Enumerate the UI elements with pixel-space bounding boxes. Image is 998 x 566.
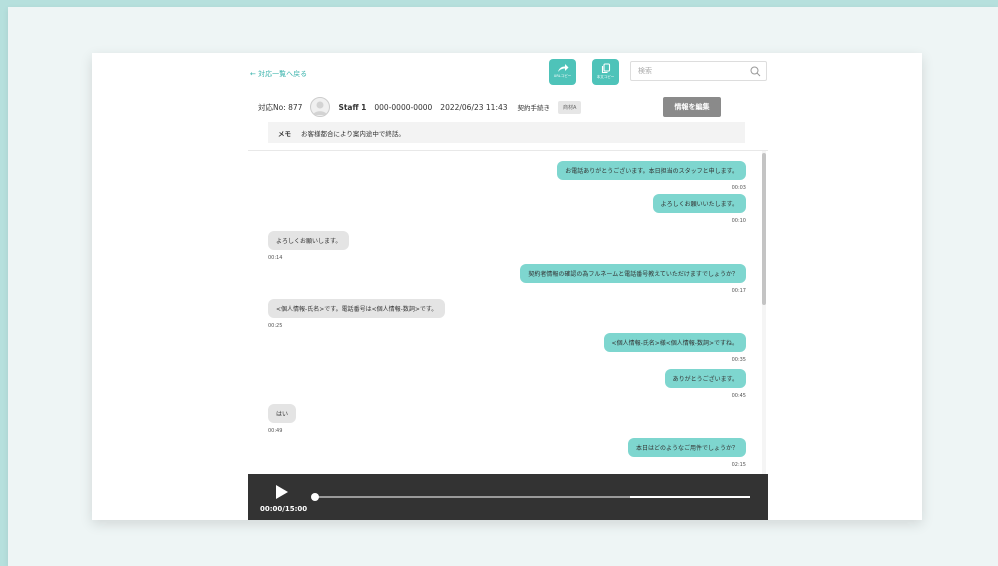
memo-label: メモ bbox=[278, 129, 291, 138]
url-copy-button[interactable]: URLコピー bbox=[549, 59, 576, 85]
message-item: よろしくお願いします。 00:14 bbox=[268, 231, 350, 261]
message-time: 00:45 bbox=[731, 393, 746, 399]
phone-number: 000-0000-0000 bbox=[374, 102, 433, 112]
search-box bbox=[630, 61, 767, 81]
message-time: 00:35 bbox=[731, 357, 746, 363]
message-item: ありがとうございます。 00:45 bbox=[664, 369, 746, 399]
message-time: 00:49 bbox=[268, 428, 283, 434]
agent-bubble: よろしくお願いいたします。 bbox=[652, 194, 746, 213]
message-time: 00:17 bbox=[731, 288, 746, 294]
audio-player: 00:00/15:00 bbox=[248, 474, 768, 520]
message-item: 契約者情報の確認の為フルネームと電話番号教えていただけますでしょうか？ 00:1… bbox=[520, 264, 746, 294]
memo-row: メモ お客様都合により案内途中で終話。 bbox=[268, 122, 745, 143]
edit-info-button[interactable]: 情報を編集 bbox=[663, 97, 721, 117]
scrollbar-thumb[interactable] bbox=[762, 153, 766, 305]
staff-name: Staff 1 bbox=[338, 102, 367, 112]
message-time: 00:10 bbox=[731, 218, 746, 224]
message-item: <個人情報-氏名>様<個人情報-数詞>ですね。 00:35 bbox=[603, 333, 746, 363]
share-arrow-icon bbox=[557, 64, 568, 72]
memo-text: お客様都合により案内途中で終話。 bbox=[301, 129, 405, 138]
call-datetime: 2022/06/23 11:43 bbox=[440, 102, 508, 112]
avatar bbox=[310, 97, 331, 117]
playback-time: 00:00/15:00 bbox=[260, 505, 308, 513]
seek-handle[interactable] bbox=[311, 493, 319, 501]
transcript-area[interactable]: お電話ありがとうございます。本日担当のスタッフと申します。 00:03 よろしく… bbox=[248, 150, 768, 474]
message-item: はい 00:49 bbox=[268, 404, 297, 434]
agent-bubble: お電話ありがとうございます。本日担当のスタッフと申します。 bbox=[557, 161, 746, 180]
message-time: 00:25 bbox=[268, 323, 283, 329]
play-icon[interactable] bbox=[275, 484, 289, 500]
agent-bubble: ありがとうございます。 bbox=[664, 369, 746, 388]
message-time: 00:14 bbox=[268, 255, 283, 261]
copy-icon bbox=[601, 63, 610, 74]
category-label: 契約手続き bbox=[517, 104, 551, 112]
back-to-list-link[interactable]: ← 対応一覧へ戻る bbox=[250, 69, 307, 79]
message-item: 本日はどのようなご用件でしょうか？ 02:15 bbox=[627, 438, 746, 468]
message-time: 00:03 bbox=[731, 185, 746, 191]
case-number: 対応No: 877 bbox=[258, 102, 303, 112]
message-item: お電話ありがとうございます。本日担当のスタッフと申します。 00:03 bbox=[557, 161, 746, 191]
message-item: よろしくお願いいたします。 00:10 bbox=[652, 194, 746, 224]
text-copy-label: 本文コピー bbox=[596, 75, 615, 79]
user-icon bbox=[313, 101, 328, 115]
message-time: 02:15 bbox=[731, 462, 746, 468]
message-item: <個人情報-氏名>です。電話番号は<個人情報-数詞>です。 00:25 bbox=[268, 299, 446, 329]
search-icon[interactable] bbox=[750, 66, 761, 77]
customer-bubble: よろしくお願いします。 bbox=[268, 231, 350, 250]
url-copy-label: URLコピー bbox=[553, 74, 572, 78]
agent-bubble: <個人情報-氏名>様<個人情報-数詞>ですね。 bbox=[603, 333, 746, 352]
search-input[interactable] bbox=[638, 62, 748, 80]
product-tag: 商材A bbox=[558, 100, 582, 114]
agent-bubble: 契約者情報の確認の為フルネームと電話番号教えていただけますでしょうか？ bbox=[520, 264, 746, 283]
text-copy-button[interactable]: 本文コピー bbox=[592, 59, 619, 85]
seek-buffered bbox=[315, 496, 630, 498]
customer-bubble: はい bbox=[268, 404, 297, 423]
customer-bubble: <個人情報-氏名>です。電話番号は<個人情報-数詞>です。 bbox=[268, 299, 446, 318]
agent-bubble: 本日はどのようなご用件でしょうか？ bbox=[627, 438, 746, 457]
